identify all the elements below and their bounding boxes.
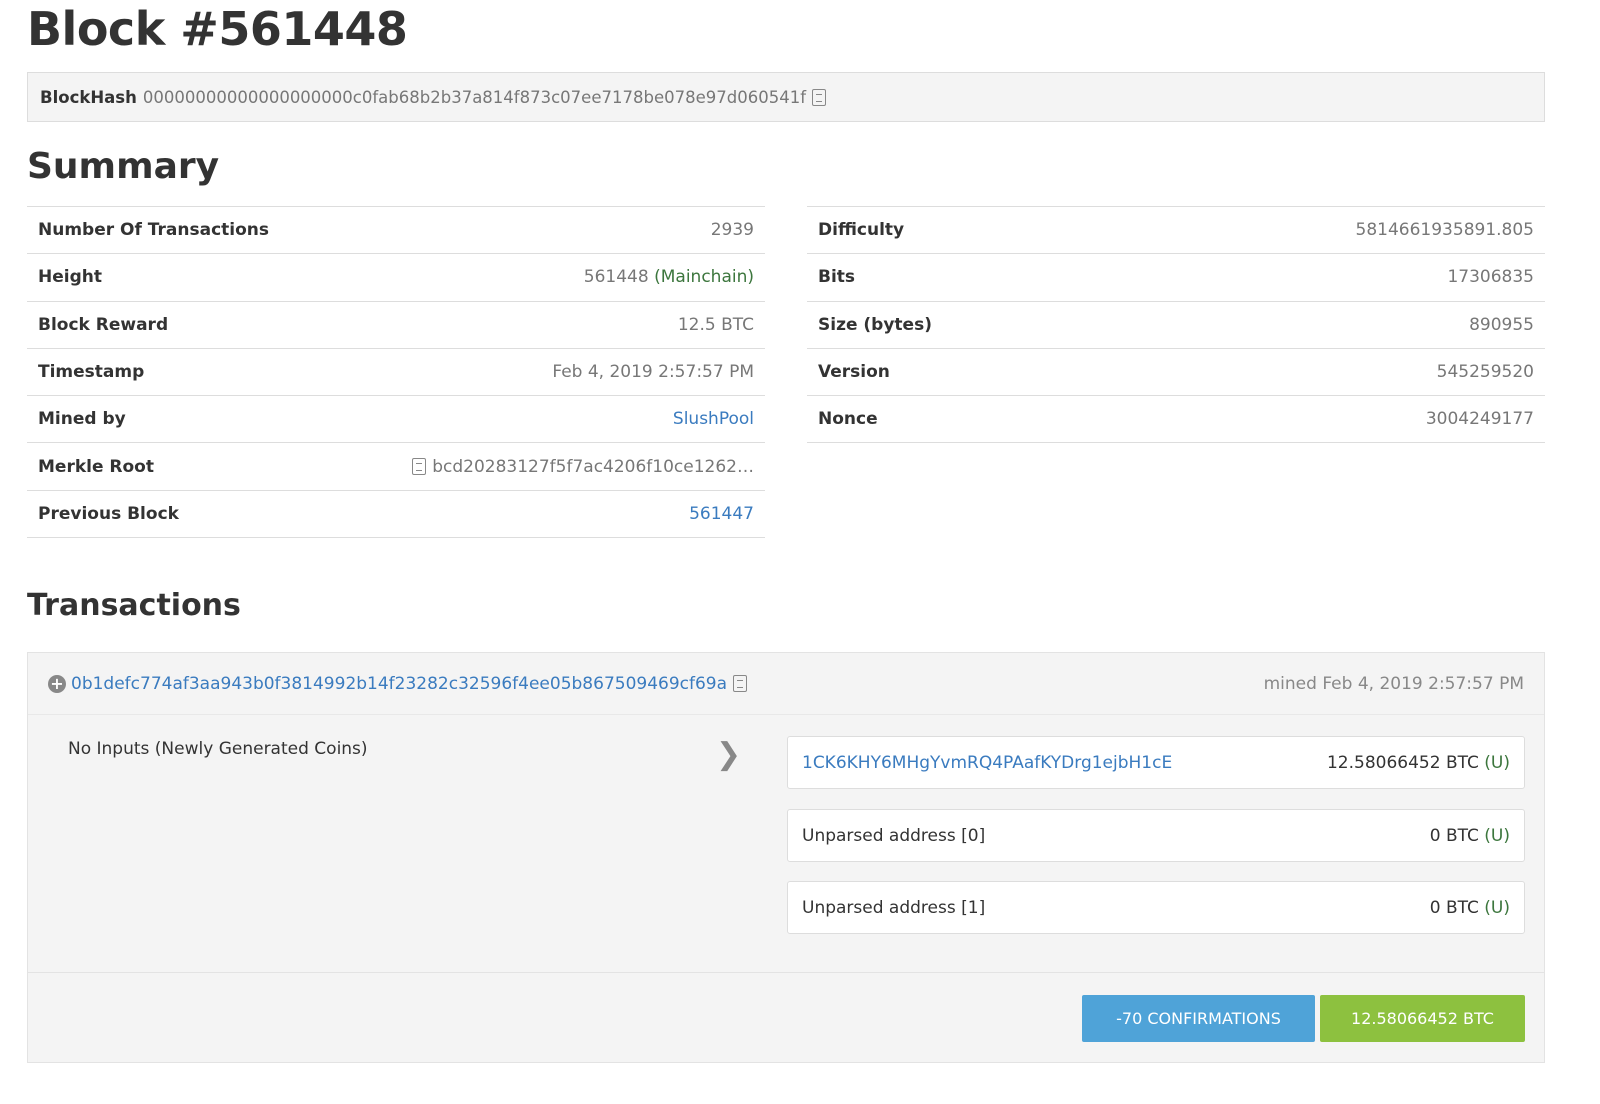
row-num-tx: Number Of Transactions 2939 — [27, 207, 765, 255]
miner-link[interactable]: SlushPool — [673, 409, 754, 429]
label: Bits — [818, 267, 856, 288]
total-amount-button[interactable]: 12.58066452 BTC — [1320, 995, 1525, 1042]
output-amount: 0 BTC — [1429, 897, 1479, 918]
output-address-link[interactable]: 1CK6KHY6MHgYvmRQ4PAafKYDrg1ejbH1cE — [802, 753, 1172, 773]
row-mined-by: Mined by SlushPool — [27, 396, 765, 444]
row-reward: Block Reward 12.5 BTC — [27, 302, 765, 349]
label: Difficulty — [818, 220, 905, 241]
label: Timestamp — [38, 362, 145, 383]
value: 17306835 — [1447, 267, 1534, 288]
label: Height — [38, 267, 102, 288]
row-size: Size (bytes) 890955 — [807, 302, 1545, 349]
output-item: Unparsed address [0] 0 BTC (U) — [787, 809, 1525, 862]
copy-icon[interactable] — [733, 675, 748, 692]
tx-hash-link[interactable]: 0b1defc774af3aa943b0f3814992b14f23282c32… — [71, 674, 727, 694]
value: 12.5 BTC — [677, 314, 754, 335]
output-amount: 0 BTC — [1429, 825, 1479, 846]
transaction-panel: +0b1defc774af3aa943b0f3814992b14f23282c3… — [27, 652, 1545, 1063]
unspent-flag: (U) — [1484, 752, 1510, 773]
label: Block Reward — [38, 314, 169, 335]
blockhash-label: BlockHash — [40, 87, 137, 107]
label: Nonce — [818, 409, 878, 430]
output-address: Unparsed address [1] — [802, 897, 986, 918]
unspent-flag: (U) — [1484, 897, 1510, 918]
output-item: Unparsed address [1] 0 BTC (U) — [787, 881, 1525, 934]
blockhash-bar: BlockHash 00000000000000000000c0fab68b2b… — [27, 72, 1545, 122]
mined-time: mined Feb 4, 2019 2:57:57 PM — [1263, 673, 1524, 694]
expand-plus-icon[interactable]: + — [48, 674, 66, 693]
divider — [28, 972, 1544, 973]
value: 545259520 — [1436, 362, 1534, 383]
value: Feb 4, 2019 2:57:57 PM — [552, 362, 754, 383]
summary-left-table: Number Of Transactions 2939 Height 561448 … — [27, 206, 765, 539]
confirmations-button[interactable]: -70 CONFIRMATIONS — [1082, 995, 1315, 1042]
row-bits: Bits 17306835 — [807, 254, 1545, 302]
transaction-header: +0b1defc774af3aa943b0f3814992b14f23282c3… — [28, 653, 1544, 715]
row-nonce: Nonce 3004249177 — [807, 396, 1545, 444]
previous-block-link[interactable]: 561447 — [689, 504, 754, 524]
transactions-heading: Transactions — [27, 588, 241, 623]
label: Number Of Transactions — [38, 220, 270, 241]
row-prev-block: Previous Block 561447 — [27, 491, 765, 539]
value: 2939 — [710, 220, 754, 241]
row-merkle: Merkle Root bcd20283127f5f7ac4206f10ce126… — [27, 443, 765, 491]
row-difficulty: Difficulty 5814661935891.805 — [807, 207, 1545, 255]
blockhash-value: 00000000000000000000c0fab68b2b37a814f873… — [142, 87, 807, 107]
no-inputs-text: No Inputs (Newly Generated Coins) — [68, 739, 368, 759]
mainchain-badge: (Mainchain) — [654, 267, 754, 288]
label: Size (bytes) — [818, 314, 932, 335]
output-address: Unparsed address [0] — [802, 825, 986, 846]
unspent-flag: (U) — [1484, 825, 1510, 846]
summary-heading: Summary — [27, 146, 220, 187]
label: Version — [818, 362, 890, 383]
value: 890955 — [1469, 314, 1534, 335]
row-version: Version 545259520 — [807, 349, 1545, 397]
page-title: Block #561448 — [27, 2, 408, 56]
output-item: 1CK6KHY6MHgYvmRQ4PAafKYDrg1ejbH1cE 12.580… — [787, 736, 1525, 789]
summary-right-table: Difficulty 5814661935891.805 Bits 17306835… — [807, 206, 1545, 444]
row-height: Height 561448 (Mainchain) — [27, 254, 765, 302]
value: 5814661935891.805 — [1355, 220, 1534, 241]
output-amount: 12.58066452 BTC — [1326, 752, 1479, 773]
chevron-right-icon: ❯ — [716, 737, 742, 772]
copy-icon[interactable] — [812, 88, 827, 106]
value: 561448 — [583, 267, 649, 288]
label: Merkle Root — [38, 456, 154, 477]
copy-icon[interactable] — [412, 458, 427, 476]
row-timestamp: Timestamp Feb 4, 2019 2:57:57 PM — [27, 349, 765, 397]
value: bcd20283127f5f7ac4206f10ce1262… — [432, 456, 754, 477]
label: Mined by — [38, 409, 126, 430]
value: 3004249177 — [1425, 409, 1534, 430]
label: Previous Block — [38, 503, 179, 524]
